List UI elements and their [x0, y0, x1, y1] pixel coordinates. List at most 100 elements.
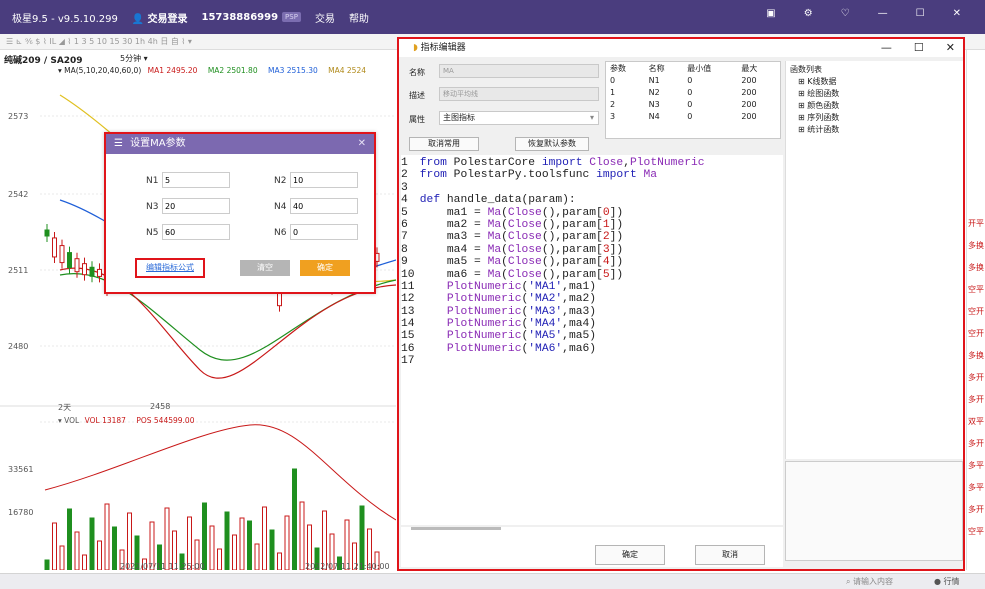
layout-icon[interactable]: ▣	[766, 8, 775, 19]
func-group[interactable]: ⊞ 序列函数	[790, 112, 959, 124]
market-indicator[interactable]: ● 行情	[934, 576, 960, 587]
code-line: 4 def handle_data(param):	[401, 194, 576, 207]
code-editor[interactable]: 1 from PolestarCore import Close,PlotNum…	[401, 155, 783, 525]
price-label: 2511	[8, 266, 29, 275]
tick-label: 多平	[968, 483, 984, 492]
ma4-value: MA4 2524	[328, 66, 367, 75]
editor-header: ◗ 指标编辑器 — ☐ ✕	[399, 39, 963, 57]
search-box[interactable]: ⌕ 请输入内容	[846, 576, 893, 587]
n4-input[interactable]	[290, 198, 358, 214]
ma1-value: MA1 2495.20	[147, 66, 198, 75]
table-row[interactable]: 0 N1 0 200	[606, 74, 776, 86]
code-line: 1 from PolestarCore import Close,PlotNum…	[401, 157, 705, 169]
login-button[interactable]: 👤 交易登录	[132, 10, 188, 25]
table-row[interactable]: 1 N2 0 200	[606, 86, 776, 98]
chart-canvas	[0, 94, 397, 571]
ok-button[interactable]: 确定	[595, 545, 665, 565]
n1-input[interactable]	[162, 172, 230, 188]
code-line: 10 ma6 = Ma(Close(),param[5])	[401, 268, 624, 281]
account-badge: PSP	[282, 12, 301, 22]
maximize-button[interactable]: ☐	[914, 39, 924, 57]
tick-label: 多开	[968, 373, 984, 382]
code-line: 12 PlotNumeric('MA2',ma2)	[401, 293, 597, 306]
attr-field: 属性 主图指标 ▾	[409, 111, 599, 125]
param-table-header: 参数 名称 最小值 最大	[610, 63, 758, 73]
confirm-button[interactable]: 确定	[300, 260, 350, 276]
close-button[interactable]: ✕	[953, 8, 961, 19]
code-line: 16 PlotNumeric('MA6',ma6)	[401, 342, 597, 355]
tick-label: 空平	[968, 285, 984, 294]
code-line: 2 from PolestarPy.toolsfunc import Ma	[401, 169, 658, 182]
name-input[interactable]: MA	[439, 64, 599, 78]
param-field-n4: N4	[274, 198, 358, 214]
desc-input[interactable]: 移动平均线	[439, 87, 599, 101]
code-line: 15 PlotNumeric('MA5',ma5)	[401, 330, 597, 343]
n5-input[interactable]	[162, 224, 230, 240]
ma-legend: ▾ MA(5,10,20,40,60,0) MA1 2495.20 MA2 25…	[58, 66, 366, 75]
tick-label: 空平	[968, 527, 984, 536]
tick-label: 空开	[968, 329, 984, 338]
n2-input[interactable]	[290, 172, 358, 188]
tick-label: 多换	[968, 263, 984, 272]
low-label: 2458	[150, 402, 171, 411]
table-row[interactable]: 3 N4 0 200	[606, 110, 776, 122]
day-label: 2天	[58, 403, 72, 412]
close-icon[interactable]: ✕	[358, 134, 366, 154]
minimize-button[interactable]: —	[881, 39, 892, 57]
func-group[interactable]: ⊞ 绘图函数	[790, 88, 959, 100]
function-list-title: 函数列表	[790, 65, 822, 74]
ma-dialog-title: 设置MA参数	[130, 138, 186, 149]
function-list: 函数列表 ⊞ K线数据 ⊞ 绘图函数 ⊞ 颜色函数 ⊞ 序列函数 ⊞ 统计函数	[785, 61, 963, 459]
scrollbar[interactable]	[411, 527, 501, 530]
code-line: 17	[401, 355, 415, 368]
func-group[interactable]: ⊞ 颜色函数	[790, 100, 959, 112]
app-title: 极星9.5 - v9.5.10.299	[12, 13, 118, 25]
kline-chart[interactable]	[0, 50, 397, 571]
ma3-value: MA3 2515.30	[267, 66, 318, 75]
func-group[interactable]: ⊞ 统计函数	[790, 124, 959, 136]
tick-label: 多开	[968, 439, 984, 448]
code-line: 5 ma1 = Ma(Close(),param[0])	[401, 206, 624, 219]
cancel-button[interactable]: 取消	[695, 545, 765, 565]
attr-select[interactable]: 主图指标 ▾	[439, 111, 599, 125]
tick-label: 多开	[968, 395, 984, 404]
code-line: 7 ma3 = Ma(Close(),param[2])	[401, 231, 624, 244]
code-line: 13 PlotNumeric('MA3',ma3)	[401, 305, 597, 318]
price-label: 2542	[8, 190, 29, 199]
menu-trade[interactable]: 交易	[315, 10, 335, 25]
code-line: 9 ma5 = Ma(Close(),param[4])	[401, 256, 624, 269]
n3-input[interactable]	[162, 198, 230, 214]
edit-formula-link[interactable]: 编辑指标公式	[135, 258, 205, 278]
code-line: 14 PlotNumeric('MA4',ma4)	[401, 318, 597, 331]
tick-label: 双平	[968, 417, 984, 426]
param-table: 参数 名称 最小值 最大 0 N1 0 200 1 N2 0 200 2 N3 0 200 3 N4 0 20…	[605, 61, 781, 139]
minimize-button[interactable]: —	[878, 8, 888, 19]
tick-label: 空开	[968, 307, 984, 316]
clear-button[interactable]: 清空	[240, 260, 290, 276]
function-description	[785, 461, 963, 561]
period-select[interactable]: 5分钟 ▾	[120, 53, 148, 64]
ma-legend-title: ▾ MA(5,10,20,40,60,0)	[58, 66, 142, 75]
menu-help[interactable]: 帮助	[349, 10, 369, 25]
n6-input[interactable]	[290, 224, 358, 240]
ma-dialog-header: ☰ 设置MA参数 ✕	[106, 134, 374, 154]
func-group[interactable]: ⊞ K线数据	[790, 76, 959, 88]
code-line: 11 PlotNumeric('MA1',ma1)	[401, 280, 597, 293]
editor-icon: ◗	[413, 43, 418, 53]
title-bar: 极星9.5 - v9.5.10.299 👤 交易登录 15738886999 P…	[0, 0, 985, 34]
maximize-button[interactable]: ☐	[916, 8, 925, 19]
restore-default-button[interactable]: 恢复默认参数	[515, 137, 589, 151]
cancel-common-button[interactable]: 取消常用	[409, 137, 479, 151]
table-row[interactable]: 2 N3 0 200	[606, 98, 776, 110]
account-phone[interactable]: 15738886999	[202, 12, 279, 23]
time-label: 2022/07/11 11:25:00	[120, 562, 205, 571]
settings-icon[interactable]: ⚙	[804, 8, 813, 19]
code-line: 6 ma2 = Ma(Close(),param[1])	[401, 218, 624, 231]
tick-label: 多换	[968, 351, 984, 360]
code-line: 3	[401, 181, 408, 194]
indicator-editor: ◗ 指标编辑器 — ☐ ✕ 名称 MA 描述 移动平均线 属性 主图指标 ▾ 取消…	[397, 37, 965, 571]
ma-param-dialog: ☰ 设置MA参数 ✕ N1 N2 N3 N4 N5 N6 编辑指标公式 清空 确…	[104, 132, 376, 294]
close-button[interactable]: ✕	[946, 39, 955, 57]
tick-label: 开平	[968, 219, 984, 228]
skin-icon[interactable]: ♡	[841, 8, 850, 19]
